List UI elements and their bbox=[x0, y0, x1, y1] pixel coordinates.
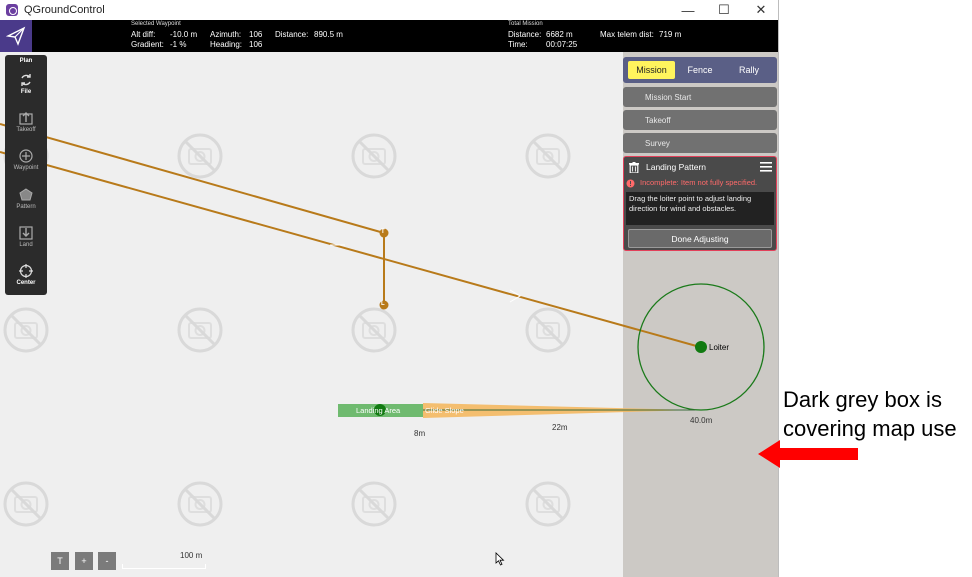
title-bar: QGroundControl — ☐ ✕ bbox=[0, 0, 778, 20]
mission-status-bar: Selected Waypoint Alt diff: -10.0 m Grad… bbox=[0, 20, 778, 52]
land-icon bbox=[19, 226, 33, 240]
route-line-2 bbox=[0, 151, 701, 348]
heading-label: Heading: bbox=[210, 40, 243, 49]
qgc-app-icon bbox=[6, 4, 18, 16]
total-time-label: Time: bbox=[508, 40, 528, 49]
mission-item-mission-start[interactable]: Mission Start bbox=[623, 87, 777, 107]
toolbar-center-button[interactable]: Center bbox=[5, 264, 47, 286]
toolbar-pattern-button[interactable]: Pattern bbox=[5, 188, 47, 210]
total-distance-value: 6682 m bbox=[546, 30, 573, 39]
sync-icon bbox=[21, 74, 31, 86]
loiter-point[interactable] bbox=[695, 341, 707, 353]
hamburger-menu-icon[interactable] bbox=[760, 162, 772, 172]
mission-item-takeoff[interactable]: Takeoff bbox=[623, 110, 777, 130]
toolbar-takeoff-button[interactable]: Takeoff bbox=[5, 111, 47, 133]
total-time-value: 00:07:25 bbox=[546, 40, 578, 49]
altitude-label-2: 22m bbox=[552, 423, 568, 432]
landing-help-text: Drag the loiter point to adjust landing … bbox=[626, 192, 774, 225]
done-adjusting-button[interactable]: Done Adjusting bbox=[628, 229, 772, 248]
distance-label: Distance: bbox=[275, 30, 309, 39]
map-tool-t-button[interactable]: T bbox=[51, 552, 69, 570]
mission-overlay bbox=[0, 123, 765, 418]
glide-slope-label: Glide Slope bbox=[425, 406, 464, 415]
plan-view-button[interactable] bbox=[0, 20, 32, 52]
toolbar-land-label: Land bbox=[19, 242, 33, 248]
landing-area-label: Landing Area bbox=[356, 406, 401, 415]
total-distance-label: Distance: bbox=[508, 30, 542, 39]
selected-waypoint-heading: Selected Waypoint bbox=[131, 21, 181, 27]
toolbar-waypoint-button[interactable]: Waypoint bbox=[5, 149, 47, 171]
screenshot: QGroundControl — ☐ ✕ Selected Waypoint A… bbox=[0, 0, 972, 577]
plus-circle-icon bbox=[19, 149, 33, 163]
qgc-window: QGroundControl — ☐ ✕ Selected Waypoint A… bbox=[0, 0, 779, 577]
alt-diff-value: -10.0 m bbox=[170, 30, 198, 39]
red-arrow-icon bbox=[758, 440, 858, 468]
tab-mission[interactable]: Mission bbox=[628, 61, 675, 79]
map-scale-bar bbox=[122, 564, 206, 569]
paper-plane-icon bbox=[6, 26, 26, 46]
altitude-label-3: 40.0m bbox=[690, 416, 713, 425]
toolbar-file-button[interactable]: File bbox=[5, 73, 47, 95]
pentagon-icon bbox=[19, 188, 33, 201]
tab-fence[interactable]: Fence bbox=[676, 61, 724, 79]
total-mission-heading: Total Mission bbox=[508, 21, 543, 27]
mouse-cursor-icon bbox=[495, 552, 505, 566]
altitude-label-1: 8m bbox=[414, 429, 426, 438]
azimuth-value: 106 bbox=[249, 30, 263, 39]
takeoff-icon bbox=[19, 112, 33, 125]
loiter-label: Loiter bbox=[709, 343, 730, 352]
takeoff-marker-label: T bbox=[381, 229, 385, 235]
toolbar-header: Plan bbox=[19, 58, 33, 64]
gradient-value: -1 % bbox=[170, 40, 187, 49]
heading-value: 106 bbox=[249, 40, 263, 49]
gradient-label: Gradient: bbox=[131, 40, 164, 49]
map-scale-label: 100 m bbox=[180, 551, 203, 560]
annotation-text: Dark grey box is covering map use bbox=[783, 387, 957, 441]
max-telem-value: 719 m bbox=[659, 30, 682, 39]
route-line-1 bbox=[0, 123, 385, 234]
max-telem-label: Max telem dist: bbox=[600, 30, 654, 39]
landing-pattern-title: Landing Pattern bbox=[646, 162, 707, 172]
window-title: QGroundControl bbox=[24, 4, 105, 16]
plan-toolbar: Plan File Takeoff Waypoint Pattern Land … bbox=[5, 55, 47, 295]
land-marker-label: L bbox=[381, 301, 385, 307]
zoom-in-button[interactable]: + bbox=[75, 552, 93, 570]
toolbar-pattern-label: Pattern bbox=[16, 204, 36, 210]
toolbar-file-label: File bbox=[20, 89, 32, 95]
landing-pattern-editor: Landing Pattern Incomplete: Item not ful… bbox=[623, 156, 777, 251]
plan-type-tabs: Mission Fence Rally bbox=[623, 57, 777, 83]
distance-value: 890.5 m bbox=[314, 30, 343, 39]
zoom-out-button[interactable]: - bbox=[98, 552, 116, 570]
tab-rally[interactable]: Rally bbox=[725, 61, 773, 79]
toolbar-waypoint-label: Waypoint bbox=[13, 165, 39, 171]
alt-diff-label: Alt diff: bbox=[131, 30, 156, 39]
mission-item-survey[interactable]: Survey bbox=[623, 133, 777, 153]
close-button[interactable]: ✕ bbox=[743, 0, 778, 20]
toolbar-takeoff-label: Takeoff bbox=[16, 127, 36, 133]
incomplete-warning: Incomplete: Item not fully specified. bbox=[640, 178, 758, 187]
map-view[interactable]: T L Loiter Landing Area Glide Slope 8m 2… bbox=[0, 52, 778, 577]
toolbar-land-button[interactable]: Land bbox=[5, 226, 47, 248]
toolbar-center-label: Center bbox=[16, 280, 36, 286]
crosshair-icon bbox=[19, 264, 33, 278]
maximize-button[interactable]: ☐ bbox=[706, 0, 742, 20]
minimize-button[interactable]: — bbox=[670, 0, 706, 20]
azimuth-label: Azimuth: bbox=[210, 30, 242, 39]
